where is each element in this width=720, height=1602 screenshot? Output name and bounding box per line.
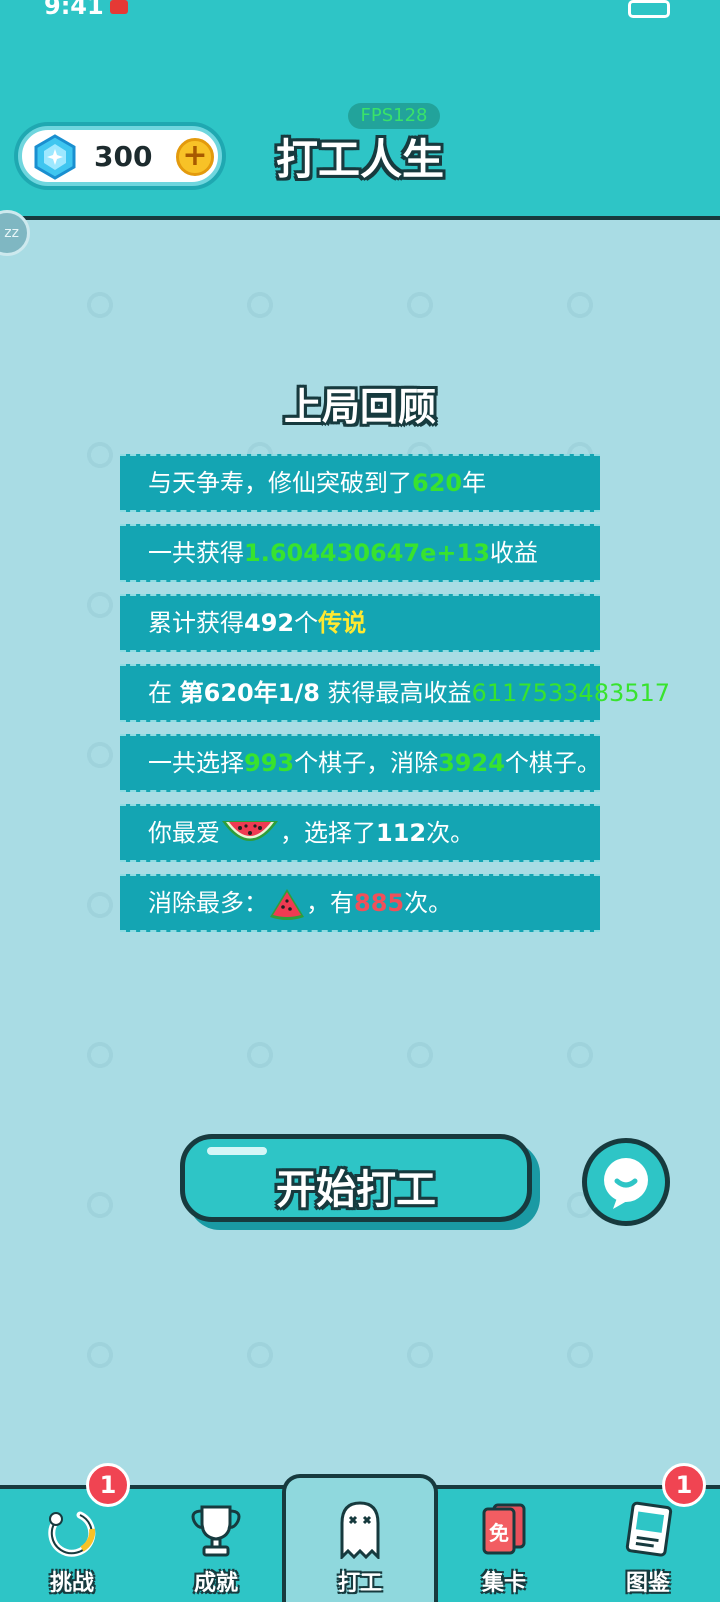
button-shine	[207, 1147, 267, 1155]
tab-work[interactable]: 打工	[288, 1485, 432, 1602]
book-icon	[625, 1501, 673, 1557]
page-title: 打工人生	[276, 135, 445, 184]
tab-challenge-label: 挑战	[49, 1571, 94, 1596]
review-title: 上局回顾	[283, 385, 436, 429]
status-time: 9:41	[44, 0, 104, 20]
ghost-icon	[340, 1501, 380, 1559]
encyclopedia-badge: 1	[662, 1463, 706, 1507]
stat-row-legendary: 累计获得492个传说	[120, 594, 600, 652]
challenge-badge: 1	[86, 1463, 130, 1507]
chat-button[interactable]	[582, 1138, 670, 1226]
tab-achievements[interactable]: 成就	[144, 1485, 288, 1602]
free-card-label: 免	[489, 1521, 509, 1545]
stat-row-best-income: 在 第620年1/8 获得最高收益6117533483517	[120, 664, 670, 722]
tab-collect-cards-label: 集卡	[481, 1571, 526, 1596]
add-gems-button[interactable]: +	[176, 138, 214, 176]
tab-collect-cards[interactable]: 免 集卡	[432, 1485, 576, 1602]
stat-row-income: 一共获得1.604430647e+13收益	[120, 524, 600, 582]
stat-row-lifespan: 与天争寿，修仙突破到了620年	[120, 454, 600, 512]
gem-icon	[34, 134, 76, 180]
trophy-icon	[191, 1505, 241, 1557]
notification-icon	[110, 0, 128, 14]
stat-row-pieces: 一共选择993个棋子，消除3924个棋子。	[120, 734, 601, 792]
start-work-button[interactable]: 开始打工	[180, 1134, 532, 1222]
tab-encyclopedia[interactable]: 图鉴	[576, 1485, 720, 1602]
stat-row-most-eliminated: 消除最多： ，有885次。	[120, 874, 600, 932]
watermelon-wedge-icon	[270, 889, 304, 920]
battery-icon	[628, 0, 670, 18]
watermelon-slice-icon	[222, 821, 278, 841]
stat-row-favorite: 你最爱 ，选择了112次。	[120, 804, 600, 862]
tab-challenge[interactable]: 挑战	[0, 1485, 144, 1602]
tab-achievements-label: 成就	[193, 1571, 238, 1596]
header: 9:41 300 + FPS128 打工人生	[0, 0, 720, 220]
chat-icon	[604, 1158, 648, 1209]
challenge-icon	[48, 1511, 96, 1557]
status-bar: 9:41	[0, 0, 720, 40]
start-work-label: 开始打工	[276, 1167, 436, 1213]
gem-count: 300	[94, 140, 153, 173]
tab-work-label: 打工	[337, 1571, 382, 1596]
tab-encyclopedia-label: 图鉴	[625, 1571, 670, 1596]
gem-counter[interactable]: 300 +	[18, 126, 222, 186]
